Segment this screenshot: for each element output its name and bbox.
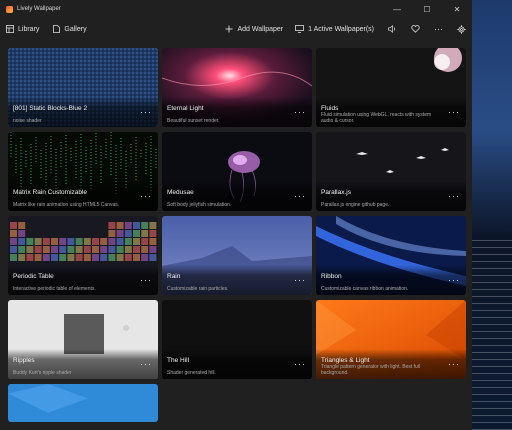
card-more-button[interactable]: ···: [294, 275, 306, 285]
wallpaper-title: Eternal Light: [167, 105, 204, 112]
card-more-button[interactable]: ···: [294, 359, 306, 369]
volume-icon: [388, 25, 395, 33]
close-button[interactable]: ✕: [442, 0, 472, 18]
wallpaper-card[interactable]: Periodic Table Interactive periodic tabl…: [8, 216, 158, 295]
tab-gallery-label: Gallery: [64, 25, 87, 33]
card-info: Rain Customizable rain particles. ···: [162, 265, 312, 295]
app-window: Lively Wallpaper — ☐ ✕ Library Gallery A…: [0, 0, 472, 430]
wallpaper-card[interactable]: Medusae Soft body jellyfish simulation. …: [162, 132, 312, 211]
wallpaper-description: Beautiful sunset render.: [167, 118, 220, 124]
wallpaper-title: Ripples: [13, 357, 35, 364]
wallpaper-title: [801] Static Blocks-Blue 2: [13, 105, 88, 112]
card-info: Triangles & Light Triangle pattern gener…: [316, 349, 466, 379]
heart-icon: [411, 25, 420, 33]
active-wallpapers-button[interactable]: 1 Active Wallpaper(s): [295, 25, 374, 33]
card-info: Matrix Rain Customizable Matrix like rai…: [8, 181, 158, 211]
tab-gallery[interactable]: Gallery: [53, 25, 87, 33]
wallpaper-card[interactable]: Matrix Rain Customizable Matrix like rai…: [8, 132, 158, 211]
card-info: Medusae Soft body jellyfish simulation. …: [162, 181, 312, 211]
wallpaper-title: Periodic Table: [13, 273, 54, 280]
plus-icon: [225, 25, 233, 33]
wallpaper-title: Medusae: [167, 189, 194, 196]
wallpaper-description: Matrix like rain animation using HTML5 C…: [13, 202, 120, 208]
wallpaper-description: Interactive periodic table of elements.: [13, 286, 96, 292]
minimize-button[interactable]: —: [382, 0, 412, 18]
wallpaper-description: Fluid simulation using WebGL, reacts wit…: [321, 112, 432, 124]
volume-button[interactable]: [388, 25, 397, 33]
card-more-button[interactable]: ···: [448, 191, 460, 201]
desktop-background: [472, 0, 512, 430]
add-wallpaper-button[interactable]: Add Wallpaper: [225, 25, 283, 33]
active-wallpapers-label: 1 Active Wallpaper(s): [308, 25, 374, 33]
favorite-button[interactable]: [411, 25, 420, 33]
more-options-button[interactable]: ···: [434, 24, 443, 34]
wallpaper-description: Shader generated hill.: [167, 370, 216, 376]
wallpaper-title: Fluids: [321, 105, 339, 112]
wallpaper-title: Matrix Rain Customizable: [13, 189, 88, 196]
wallpaper-title: Triangles & Light: [321, 357, 370, 364]
wallpaper-card[interactable]: Parallax.js Parallax.js engine github pa…: [316, 132, 466, 211]
card-info: Periodic Table Interactive periodic tabl…: [8, 265, 158, 295]
wallpaper-card[interactable]: [8, 384, 158, 422]
window-title: Lively Wallpaper: [17, 6, 61, 12]
card-more-button[interactable]: ···: [448, 275, 460, 285]
library-icon: [6, 25, 14, 33]
wallpaper-card[interactable]: Rain Customizable rain particles. ···: [162, 216, 312, 295]
card-more-button[interactable]: ···: [448, 107, 460, 117]
wallpaper-title: Rain: [167, 273, 181, 280]
wallpaper-title: The Hill: [167, 357, 190, 364]
tab-library[interactable]: Library: [6, 25, 39, 33]
card-more-button[interactable]: ···: [140, 359, 152, 369]
app-logo-icon: [6, 5, 13, 13]
card-info: Parallax.js Parallax.js engine github pa…: [316, 181, 466, 211]
card-info: Ribbon Customizable canvas ribbon animat…: [316, 265, 466, 295]
tab-library-label: Library: [18, 25, 40, 33]
card-more-button[interactable]: ···: [140, 107, 152, 117]
title-bar: Lively Wallpaper — ☐ ✕: [0, 0, 472, 18]
card-more-button[interactable]: ···: [140, 275, 152, 285]
scrollbar[interactable]: [466, 48, 469, 430]
wallpaper-card[interactable]: Eternal Light Beautiful sunset render. ·…: [162, 48, 312, 127]
card-info: The Hill Shader generated hill. ···: [162, 349, 312, 379]
gear-icon: [457, 24, 466, 34]
maximize-button[interactable]: ☐: [412, 0, 442, 18]
wallpaper-description: Triangle pattern generator with light. B…: [321, 364, 421, 376]
wallpaper-description: Soft body jellyfish simulation.: [167, 202, 232, 208]
wallpaper-thumbnail: [8, 384, 158, 422]
wallpaper-description: noise shader: [13, 118, 42, 124]
wallpaper-card[interactable]: The Hill Shader generated hill. ···: [162, 300, 312, 379]
settings-button[interactable]: [457, 24, 466, 34]
add-wallpaper-label: Add Wallpaper: [237, 25, 284, 33]
wallpaper-card[interactable]: Fluids Fluid simulation using WebGL, rea…: [316, 48, 466, 127]
gallery-icon: [53, 25, 61, 33]
toolbar: Library Gallery Add Wallpaper 1 Active W…: [0, 18, 472, 40]
card-info: [801] Static Blocks-Blue 2 noise shader …: [8, 97, 158, 127]
card-info: Eternal Light Beautiful sunset render. ·…: [162, 97, 312, 127]
wallpaper-description: Customizable canvas ribbon animation.: [321, 286, 409, 292]
wallpaper-card[interactable]: [801] Static Blocks-Blue 2 noise shader …: [8, 48, 158, 127]
card-more-button[interactable]: ···: [140, 191, 152, 201]
wallpaper-description: Customizable rain particles.: [167, 286, 229, 292]
card-info: Ripples Buddy Kurt's ripple shader ···: [8, 349, 158, 379]
card-more-button[interactable]: ···: [294, 107, 306, 117]
wallpaper-title: Parallax.js: [321, 189, 351, 196]
wallpaper-card[interactable]: Ripples Buddy Kurt's ripple shader ···: [8, 300, 158, 379]
card-more-button[interactable]: ···: [448, 359, 460, 369]
card-more-button[interactable]: ···: [294, 191, 306, 201]
wallpaper-card[interactable]: Triangles & Light Triangle pattern gener…: [316, 300, 466, 379]
wallpaper-description: Buddy Kurt's ripple shader: [13, 370, 72, 376]
wallpaper-grid: [801] Static Blocks-Blue 2 noise shader …: [8, 48, 470, 422]
card-info: Fluids Fluid simulation using WebGL, rea…: [316, 97, 466, 127]
monitor-icon: [295, 25, 305, 33]
wallpaper-card[interactable]: Ribbon Customizable canvas ribbon animat…: [316, 216, 466, 295]
wallpaper-title: Ribbon: [321, 273, 342, 280]
wallpaper-description: Parallax.js engine github page.: [321, 202, 390, 208]
